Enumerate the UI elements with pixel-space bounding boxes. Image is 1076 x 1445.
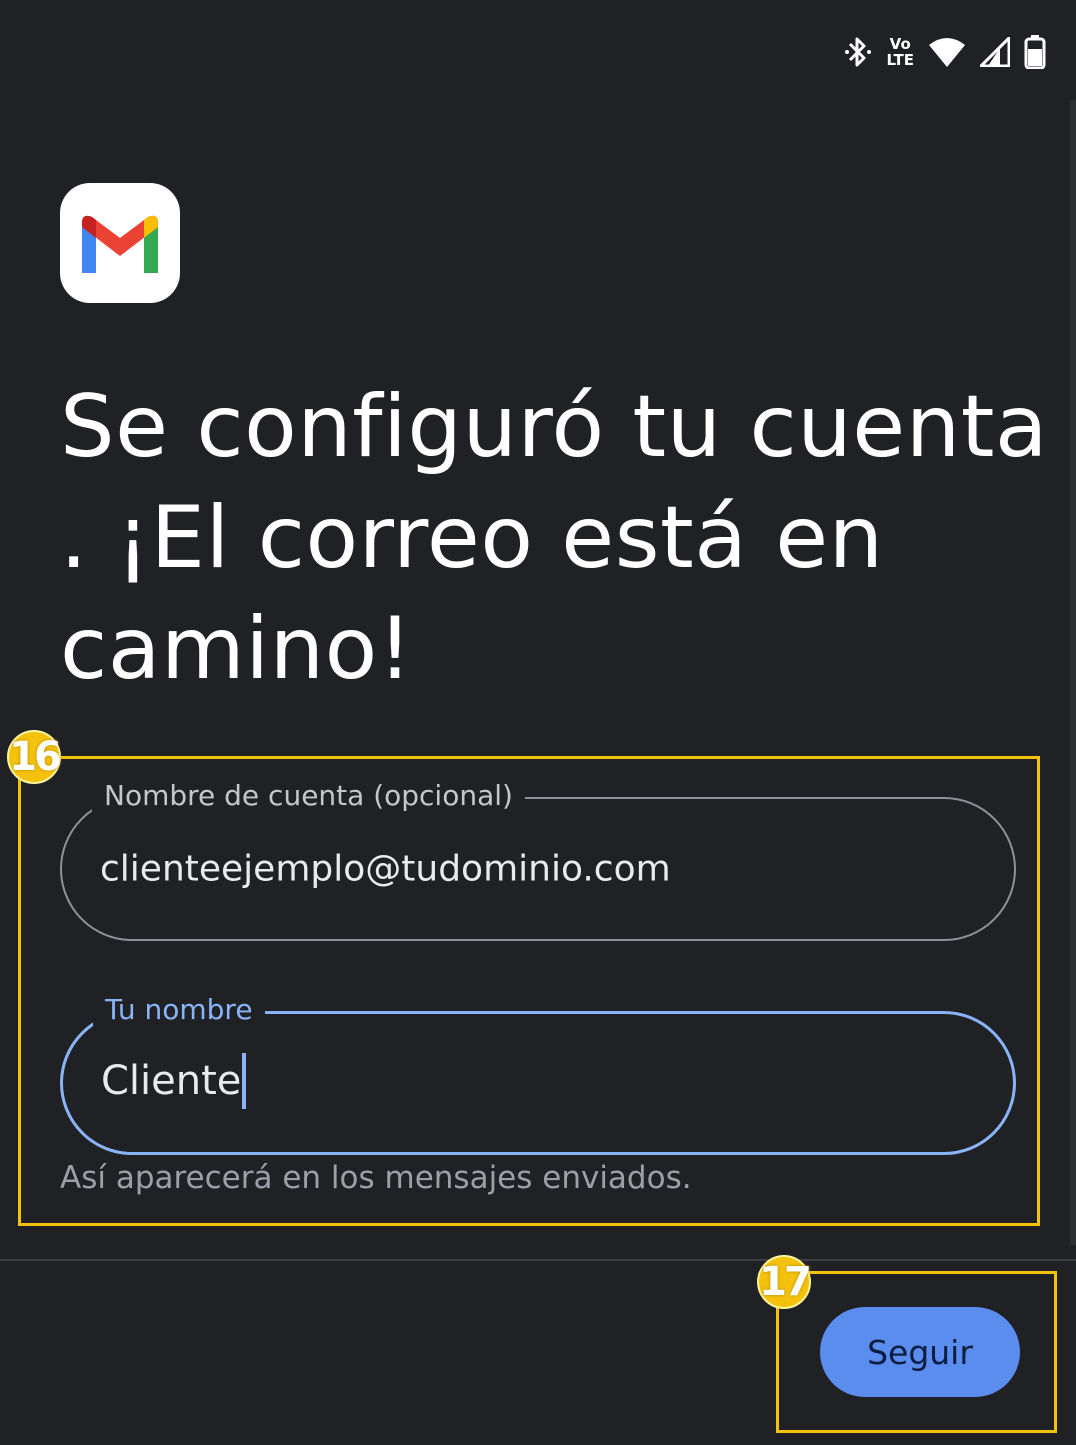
- battery-icon: [1024, 35, 1046, 69]
- volte-top-text: Vo: [889, 35, 911, 53]
- status-bar: Vo LTE: [844, 30, 1046, 74]
- volte-bottom-text: LTE: [886, 51, 914, 69]
- wifi-icon: [928, 36, 966, 68]
- annotation-badge-16: 16: [7, 730, 62, 784]
- gmail-m-icon: [82, 215, 158, 273]
- page-title: Se configuró tu cuenta . ¡El correo está…: [60, 377, 1049, 699]
- annotation-badge-17: 17: [757, 1255, 812, 1309]
- footer-divider: [0, 1259, 1076, 1261]
- scroll-indicator: [1070, 100, 1076, 1245]
- annotation-box-17: [776, 1271, 1057, 1433]
- annotation-box-16: [18, 756, 1040, 1226]
- cell-signal-icon: [980, 37, 1010, 67]
- volte-icon: Vo LTE: [886, 36, 914, 68]
- gmail-logo: [60, 183, 180, 303]
- bluetooth-icon: [844, 34, 872, 70]
